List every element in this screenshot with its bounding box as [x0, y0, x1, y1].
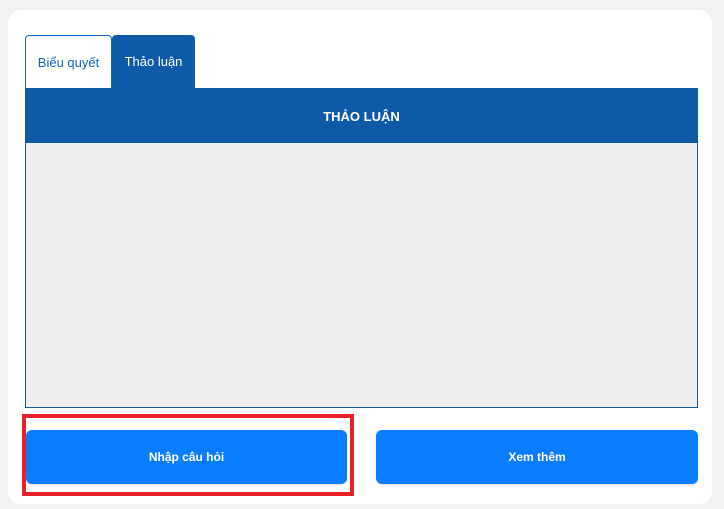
- panel-title: THẢO LUẬN: [26, 89, 697, 143]
- tab-voting[interactable]: Biểu quyết: [25, 35, 112, 88]
- tab-bar: Biểu quyết Thảo luận: [25, 35, 195, 88]
- tab-discussion[interactable]: Thảo luận: [112, 35, 195, 88]
- discussion-content-area: [26, 143, 697, 407]
- discussion-panel: THẢO LUẬN: [25, 88, 698, 408]
- enter-question-button[interactable]: Nhập câu hỏi: [26, 430, 347, 484]
- view-more-button[interactable]: Xem thêm: [376, 430, 698, 484]
